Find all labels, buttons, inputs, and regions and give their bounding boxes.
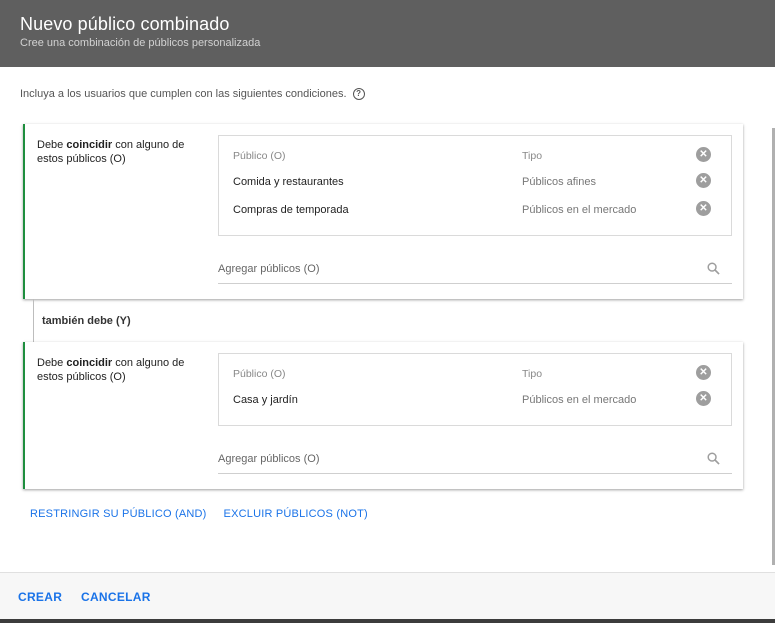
audience-row: Casa y jardín Públicos en el mercado ✕ (219, 384, 731, 412)
audience-type: Públicos en el mercado (522, 394, 637, 406)
remove-audience-icon[interactable]: ✕ (696, 201, 711, 216)
dialog-content: Incluya a los usuarios que cumplen con l… (0, 67, 775, 572)
audience-list-header: Público (O) Tipo ✕ (219, 136, 731, 166)
column-header-audience: Público (O) (233, 150, 286, 162)
audience-list: Público (O) Tipo ✕ Comida y restaurantes… (218, 135, 732, 236)
dialog-footer: CREAR CANCELAR (0, 572, 775, 623)
exclude-audiences-link[interactable]: EXCLUIR PÚBLICOS (NOT) (224, 508, 368, 520)
cancel-button[interactable]: CANCELAR (81, 590, 151, 604)
create-button[interactable]: CREAR (18, 590, 62, 604)
dialog-header: Nuevo público combinado Cree una combina… (0, 0, 775, 67)
column-header-type: Tipo (522, 150, 543, 162)
add-audience-placeholder: Agregar públicos (O) (218, 453, 320, 465)
clear-all-icon[interactable]: ✕ (696, 147, 711, 162)
clear-all-icon[interactable]: ✕ (696, 365, 711, 380)
audience-row: Compras de temporada Públicos en el merc… (219, 194, 731, 222)
and-connector-line (33, 299, 34, 342)
dialog-title: Nuevo público combinado (20, 14, 230, 34)
add-audience-placeholder: Agregar públicos (O) (218, 263, 320, 275)
intro-row: Incluya a los usuarios que cumplen con l… (20, 88, 365, 100)
group-actions: RESTRINGIR SU PÚBLICO (AND) EXCLUIR PÚBL… (30, 508, 368, 520)
remove-audience-icon[interactable]: ✕ (696, 391, 711, 406)
audience-type: Públicos en el mercado (522, 204, 637, 216)
and-connector-label: también debe (Y) (42, 315, 131, 327)
audience-name: Casa y jardín (233, 394, 298, 406)
group-condition-label: Debe coincidir con alguno de estos públi… (37, 139, 185, 165)
column-header-type: Tipo (522, 368, 543, 380)
audience-type: Públicos afines (522, 176, 596, 188)
search-icon (707, 262, 720, 275)
dialog-subtitle: Cree una combinación de públicos persona… (20, 37, 261, 49)
audience-list: Público (O) Tipo ✕ Casa y jardín Público… (218, 353, 732, 426)
search-icon (707, 452, 720, 465)
help-icon[interactable]: ? (352, 88, 365, 100)
audience-group-2: Debe coincidir con alguno de estos públi… (23, 342, 743, 489)
remove-audience-icon[interactable]: ✕ (696, 173, 711, 188)
add-audience-input[interactable]: Agregar públicos (O) (218, 446, 732, 474)
add-audience-input[interactable]: Agregar públicos (O) (218, 256, 732, 284)
audience-group-1: Debe coincidir con alguno de estos públi… (23, 124, 743, 299)
audience-name: Comida y restaurantes (233, 176, 344, 188)
background-page-edge (0, 619, 775, 623)
intro-text: Incluya a los usuarios que cumplen con l… (20, 88, 347, 100)
audience-name: Compras de temporada (233, 204, 349, 216)
group-condition-label: Debe coincidir con alguno de estos públi… (37, 357, 185, 383)
restrict-audience-link[interactable]: RESTRINGIR SU PÚBLICO (AND) (30, 508, 207, 520)
audience-row: Comida y restaurantes Públicos afines ✕ (219, 166, 731, 194)
column-header-audience: Público (O) (233, 368, 286, 380)
audience-list-header: Público (O) Tipo ✕ (219, 354, 731, 384)
